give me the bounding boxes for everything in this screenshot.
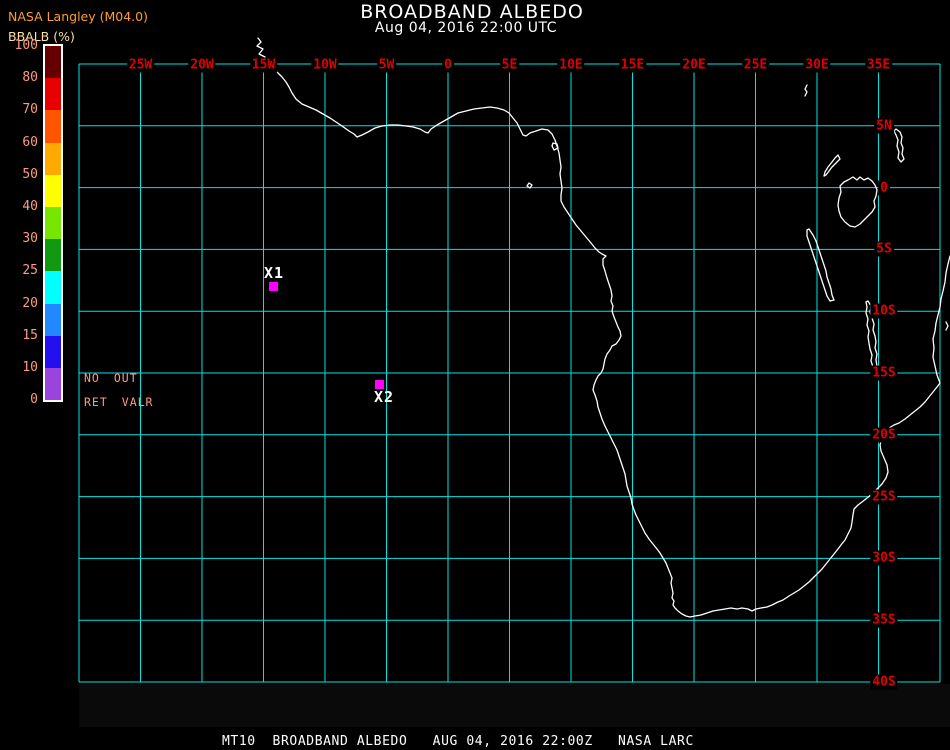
bioko-island	[551, 142, 559, 151]
longitude-label: 15E	[618, 57, 647, 73]
africa-coastline	[256, 37, 950, 618]
latitude-label: 40S	[870, 674, 898, 690]
latitude-label: 5N	[874, 118, 894, 134]
latitude-label: 35S	[870, 612, 898, 628]
latitude-label: 0	[878, 180, 890, 196]
legend-row-1: NO OUT	[84, 371, 153, 395]
no-retrieval-legend: NO OUT RET VALR	[84, 371, 153, 419]
latitude-label: 5S	[874, 241, 894, 257]
albedo-map-screen: BROADBAND ALBEDO Aug 04, 2016 22:00 UTC …	[0, 0, 950, 750]
lake-albert	[823, 154, 841, 177]
latitude-label: 20S	[870, 427, 898, 443]
lake-turkana	[893, 128, 905, 163]
longitude-label: 35E	[864, 57, 893, 73]
marker-dot-x1	[269, 282, 278, 291]
longitude-label: 30E	[803, 57, 831, 73]
footer-status-line: MT10 BROADBAND ALBEDO AUG 04, 2016 22:00…	[222, 734, 694, 749]
longitude-label: 25W	[126, 57, 155, 73]
legend-out: OUT	[113, 371, 138, 385]
longitude-label: 20W	[188, 57, 216, 73]
longitude-label: 15W	[249, 57, 278, 73]
longitude-label: 5W	[376, 57, 397, 73]
nile-segment	[804, 84, 808, 97]
longitude-label: 25E	[741, 57, 770, 73]
latitude-label: 15S	[870, 365, 898, 381]
legend-ret: RET	[84, 395, 108, 409]
lake-tanganyika	[806, 228, 835, 302]
latitude-label: 30S	[870, 550, 898, 566]
sao-tome-island	[526, 182, 533, 189]
longitude-label: 5E	[499, 57, 520, 73]
marker-label-x2: X2	[374, 388, 395, 406]
longitude-label: 10E	[557, 57, 585, 73]
marker-label-x1: X1	[264, 264, 285, 282]
longitude-label: 20E	[680, 57, 708, 73]
latitude-label: 25S	[870, 489, 898, 505]
longitude-label: 0	[442, 57, 454, 73]
legend-row-2: RET VALR	[84, 395, 153, 419]
legend-valr: VALR	[121, 395, 154, 409]
lake-victoria	[837, 176, 878, 228]
longitude-label: 10W	[311, 57, 339, 73]
coastal-islet	[945, 321, 949, 331]
legend-no: NO	[84, 371, 100, 385]
latitude-label: 10S	[870, 303, 898, 319]
